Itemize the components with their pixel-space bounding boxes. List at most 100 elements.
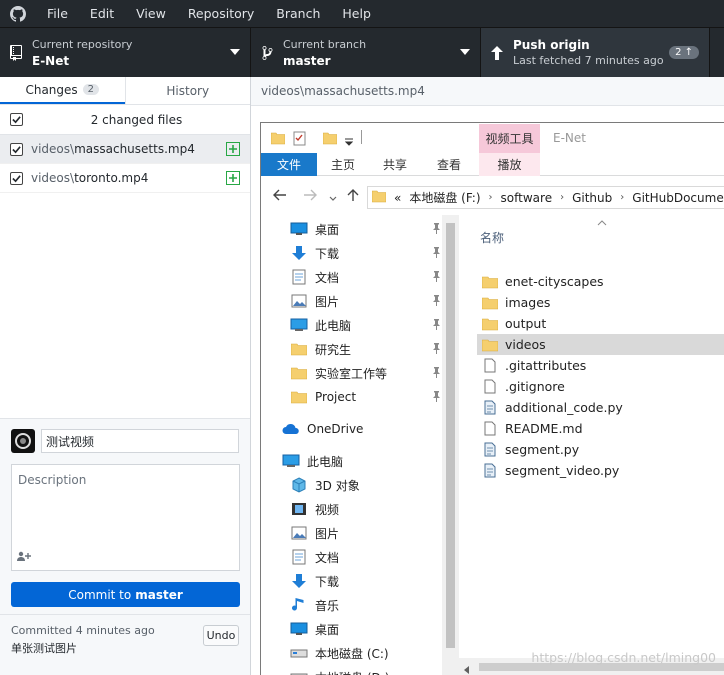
commit-summary-input[interactable] [41,429,239,453]
current-repository-button[interactable]: Current repository E-Net [0,28,251,77]
scroll-left-icon[interactable] [464,663,470,675]
nav-item[interactable]: 文档 [289,265,441,289]
up-arrow-icon[interactable] [347,188,359,205]
recent-locations-chevron-icon[interactable] [329,191,337,205]
nav-item[interactable]: 此电脑 [289,313,441,337]
pin-icon[interactable] [432,343,441,357]
file-list-item[interactable]: videos [477,334,724,355]
nav-item-label: 3D 对象 [315,478,360,493]
pin-icon[interactable] [432,271,441,285]
forward-arrow-icon[interactable] [303,189,317,204]
breadcrumb-software[interactable]: software [501,191,553,205]
breadcrumb-separator-icon[interactable]: › [620,192,624,203]
push-origin-button[interactable]: Push origin Last fetched 7 minutes ago 2… [481,28,710,77]
commit-button[interactable]: Commit to master [11,582,240,607]
nav-item[interactable]: 实验室工作等 [289,361,441,385]
column-header-name[interactable]: 名称 [480,229,504,246]
file-added-icon [226,142,240,156]
breadcrumb-overflow[interactable]: « [394,191,401,205]
drive-icon [289,647,309,659]
changed-file-row[interactable]: videos\toronto.mp4 [0,164,250,193]
properties-icon[interactable] [293,131,307,149]
nav-item[interactable]: 视频 [289,497,441,521]
nav-item[interactable]: 3D 对象 [289,473,441,497]
pin-icon[interactable] [432,295,441,309]
file-list-item[interactable]: output [477,313,724,334]
back-arrow-icon[interactable] [273,189,287,204]
ribbon-tab-home[interactable]: 主页 [317,153,369,176]
branch-name: master [283,53,331,68]
breadcrumb-githubdocuments[interactable]: GitHubDocume [632,191,723,205]
nav-item[interactable]: 图片 [289,521,441,545]
ribbon-tab-file[interactable]: 文件 [261,153,317,176]
document-icon [289,549,309,565]
file-list-item[interactable]: images [477,292,724,313]
music-icon [289,597,309,613]
nav-item-label: 桌面 [315,622,340,637]
tab-changes[interactable]: Changes 2 [0,77,125,104]
commit-description-input[interactable]: Description [11,464,240,571]
nav-item[interactable]: 桌面 [289,617,441,641]
diff-file-path: videos\massachusetts.mp4 [251,77,724,106]
nav-item[interactable]: 研究生 [289,337,441,361]
pin-icon[interactable] [432,319,441,333]
file-checkbox[interactable] [10,142,23,156]
navigation-scrollbar[interactable] [442,215,459,675]
arrow-up-icon [481,45,513,60]
file-list-item[interactable]: .gitattributes [477,355,724,376]
menu-repository[interactable]: Repository [177,6,265,21]
nav-item[interactable]: Project [289,385,441,409]
menu-branch[interactable]: Branch [265,6,331,21]
file-list-item-name: segment_video.py [505,463,620,478]
new-folder-icon[interactable] [322,131,338,148]
scrollbar-thumb[interactable] [446,223,455,648]
nav-item[interactable]: 本地磁盘 (C:) [289,641,441,665]
breadcrumb-github[interactable]: Github [572,191,612,205]
menu-help[interactable]: Help [331,6,382,21]
address-path[interactable]: « 本地磁盘 (F:) › software › Github › GitHub… [367,186,724,209]
file-list-item[interactable]: segment_video.py [477,460,724,481]
menu-edit[interactable]: Edit [79,6,125,21]
file-list-item[interactable]: README.md [477,418,724,439]
nav-item[interactable]: 文档 [289,545,441,569]
customize-dropdown-icon[interactable] [344,135,354,149]
add-coauthor-icon[interactable] [17,550,31,564]
nav-item[interactable]: 此电脑 [281,449,441,473]
pin-icon[interactable] [432,367,441,381]
address-bar: « 本地磁盘 (F:) › software › Github › GitHub… [261,177,724,215]
ribbon-tab-view[interactable]: 查看 [421,153,477,176]
current-branch-button[interactable]: Current branch master [251,28,481,77]
nav-item[interactable]: 音乐 [289,593,441,617]
nav-item[interactable]: 下载 [289,241,441,265]
nav-item[interactable]: 下载 [289,569,441,593]
file-list-item[interactable]: additional_code.py [477,397,724,418]
ribbon-tab-share[interactable]: 共享 [369,153,421,176]
tab-changes-label: Changes [25,82,78,97]
nav-item[interactable]: 图片 [289,289,441,313]
menu-file[interactable]: File [36,6,79,21]
breadcrumb-separator-icon[interactable]: › [560,192,564,203]
breadcrumb-separator-icon[interactable]: › [489,192,493,203]
breadcrumb-drive[interactable]: 本地磁盘 (F:) [409,189,480,206]
undo-button[interactable]: Undo [203,625,239,646]
file-checkbox[interactable] [10,171,23,185]
tab-history[interactable]: History [124,77,251,104]
select-all-checkbox[interactable] [10,113,23,126]
nav-item[interactable]: 本地磁盘 (D:) [289,665,441,675]
pin-icon[interactable] [432,223,441,237]
file-list-item[interactable]: enet-cityscapes [477,271,724,292]
nav-item-label: 桌面 [315,222,340,237]
pin-icon[interactable] [432,247,441,261]
nav-item-label: 文档 [315,550,340,565]
pin-icon[interactable] [432,391,441,405]
ribbon-tab-play[interactable]: 播放 [479,153,540,176]
nav-item[interactable]: 桌面 [289,217,441,241]
file-icon [481,358,499,373]
changed-file-row[interactable]: videos\massachusetts.mp4 [0,135,250,164]
menu-view[interactable]: View [125,6,177,21]
file-list-item[interactable]: .gitignore [477,376,724,397]
nav-item[interactable]: OneDrive [281,417,441,441]
file-list-item[interactable]: segment.py [477,439,724,460]
last-commit-message: 单张测试图片 [11,642,77,655]
python-file-icon [481,463,499,478]
